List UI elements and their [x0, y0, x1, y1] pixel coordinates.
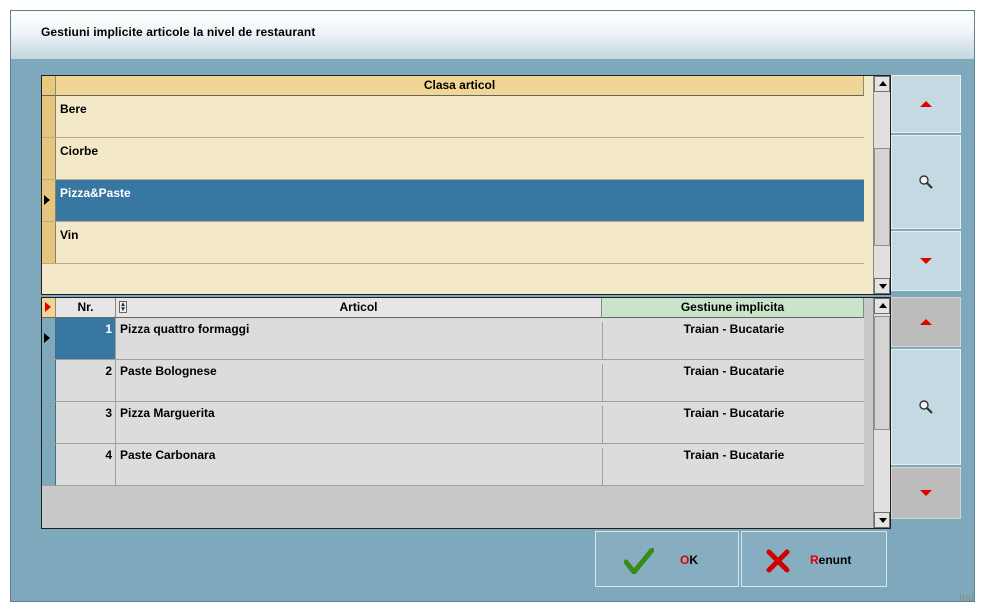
class-prev-button[interactable]	[891, 75, 961, 133]
article-next-button[interactable]	[891, 467, 961, 519]
article-row-selected[interactable]: 1 Pizza quattro formaggi Traian - Bucata…	[42, 318, 864, 360]
column-header-clasa-articol[interactable]: Clasa articol	[56, 76, 864, 96]
class-row[interactable]: Vin	[42, 222, 864, 264]
scroll-down-button[interactable]	[874, 278, 890, 294]
article-nr[interactable]: 3	[56, 402, 116, 443]
scroll-up-button[interactable]	[874, 298, 890, 314]
class-next-button[interactable]	[891, 231, 961, 291]
scroll-down-icon	[879, 518, 887, 523]
article-gestiune[interactable]: Traian - Bucatarie	[602, 406, 865, 444]
ok-button[interactable]: OK	[595, 531, 739, 587]
arrow-up-icon	[920, 101, 932, 107]
article-gestiune[interactable]: Traian - Bucatarie	[602, 448, 865, 486]
scroll-down-button[interactable]	[874, 512, 890, 528]
article-gestiune[interactable]: Traian - Bucatarie	[602, 322, 865, 360]
x-icon	[766, 549, 790, 573]
article-row[interactable]: 4 Paste Carbonara Traian - Bucatarie	[42, 444, 864, 486]
checkmark-icon	[624, 548, 654, 574]
class-row-label: Vin	[60, 228, 79, 242]
article-gestiune[interactable]: Traian - Bucatarie	[602, 364, 865, 402]
class-row-label: Ciorbe	[60, 144, 99, 158]
article-nr[interactable]: 4	[56, 444, 116, 485]
sort-icon[interactable]: ▴ ▾	[119, 301, 127, 313]
row-indicator[interactable]	[42, 222, 56, 263]
ok-button-label: OK	[680, 553, 699, 567]
scroll-down-icon	[879, 284, 887, 289]
magnifier-icon	[919, 175, 933, 189]
scroll-thumb[interactable]	[874, 316, 890, 430]
class-grid-scrollbar[interactable]	[873, 76, 890, 294]
article-nr[interactable]: 1	[56, 318, 116, 359]
selected-cell	[56, 180, 864, 221]
articles-grid-scrollbar[interactable]	[873, 298, 890, 528]
current-row-arrow-icon	[44, 333, 50, 343]
class-row[interactable]: Bere	[42, 96, 864, 138]
arrow-down-icon	[920, 258, 932, 264]
article-row[interactable]: 3 Pizza Marguerita Traian - Bucatarie	[42, 402, 864, 444]
row-indicator[interactable]	[42, 444, 56, 485]
article-nr[interactable]: 2	[56, 360, 116, 401]
article-row[interactable]: 2 Paste Bolognese Traian - Bucatarie	[42, 360, 864, 402]
class-search-button[interactable]	[891, 135, 961, 229]
cancel-button-label: Renunt	[810, 553, 852, 567]
class-grid-indicator-header	[42, 76, 56, 96]
scroll-up-icon	[879, 81, 887, 86]
dialog-titlebar: Gestiuni implicite articole la nivel de …	[11, 11, 974, 59]
header-marker-icon	[45, 302, 51, 312]
scroll-up-button[interactable]	[874, 76, 890, 92]
article-name[interactable]: Pizza quattro formaggi	[120, 322, 249, 336]
class-row[interactable]: Ciorbe	[42, 138, 864, 180]
article-prev-button[interactable]	[891, 297, 961, 347]
column-header-nr[interactable]: Nr.	[56, 298, 116, 318]
articles-grid[interactable]: Nr. ▴ ▾ Articol Gestiune implicita 1 Pizz…	[41, 297, 891, 529]
row-indicator[interactable]	[42, 402, 56, 443]
row-indicator[interactable]	[42, 360, 56, 401]
column-header-articol-label: Articol	[339, 300, 378, 314]
row-indicator[interactable]	[42, 318, 56, 359]
dialog-window: Gestiuni implicite articole la nivel de …	[10, 10, 975, 602]
scroll-up-icon	[879, 303, 887, 308]
arrow-up-icon	[920, 319, 932, 325]
current-row-arrow-icon	[44, 195, 50, 205]
row-indicator[interactable]	[42, 96, 56, 137]
resize-grip[interactable]	[960, 595, 974, 601]
article-name[interactable]: Pizza Marguerita	[120, 406, 215, 420]
column-header-articol[interactable]: ▴ ▾ Articol	[116, 298, 602, 318]
class-grid[interactable]: Clasa articol Bere Ciorbe Pizza&Paste Vi…	[41, 75, 891, 295]
row-indicator[interactable]	[42, 138, 56, 179]
row-indicator[interactable]	[42, 180, 56, 221]
scroll-thumb[interactable]	[874, 148, 890, 246]
class-row-label: Bere	[60, 102, 87, 116]
article-name[interactable]: Paste Carbonara	[120, 448, 215, 462]
class-row-selected[interactable]: Pizza&Paste	[42, 180, 864, 222]
cancel-button[interactable]: Renunt	[741, 531, 887, 587]
article-search-button[interactable]	[891, 349, 961, 465]
magnifier-icon	[919, 400, 933, 414]
class-row-label: Pizza&Paste	[60, 186, 131, 200]
article-name[interactable]: Paste Bolognese	[120, 364, 217, 378]
arrow-down-icon	[920, 490, 932, 496]
articles-grid-indicator-header	[42, 298, 56, 318]
column-header-gestiune[interactable]: Gestiune implicita	[602, 298, 864, 318]
dialog-title: Gestiuni implicite articole la nivel de …	[41, 25, 316, 39]
